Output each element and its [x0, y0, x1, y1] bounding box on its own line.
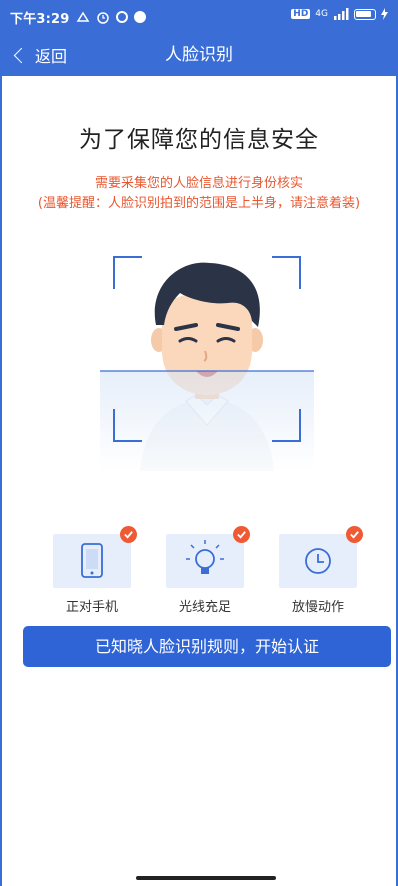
page-title: 人脸识别: [165, 45, 233, 65]
tip-label: 放慢动作: [291, 600, 344, 615]
notice-text: 需要采集您的人脸信息进行身份核实: [94, 176, 303, 191]
alarm-icon: [96, 12, 109, 24]
battery-icon: [354, 8, 376, 20]
nav-bar: 返回 人脸识别: [0, 34, 398, 76]
tip-slow-motion: [279, 526, 363, 588]
tip-label: 正对手机: [65, 600, 118, 615]
clock-icon: [305, 548, 331, 574]
network-type: 4G: [315, 9, 328, 19]
tip-face-phone: [53, 526, 137, 588]
scan-area: [100, 371, 314, 471]
app-notification-icon-2: [133, 11, 146, 23]
frame-corner-top-left: [113, 256, 142, 289]
check-badge-icon: [120, 526, 137, 543]
headline: 为了保障您的信息安全: [79, 127, 319, 153]
signal-icon: [334, 8, 349, 20]
frame-corner-top-right: [272, 256, 301, 289]
reminder-text: (温馨提醒：人脸识别拍到的范围是上半身，请注意着装): [37, 196, 361, 211]
face-capture-illustration: [100, 256, 314, 471]
app-notification-icon: [115, 11, 128, 23]
home-indicator[interactable]: [136, 876, 276, 880]
tip-label: 光线充足: [178, 600, 231, 615]
data-saver-icon: [76, 11, 89, 22]
status-bar: 下午3:29 HD 4G: [0, 0, 398, 34]
check-badge-icon: [346, 526, 363, 543]
check-badge-icon: [233, 526, 250, 543]
start-verification-button[interactable]: 已知晓人脸识别规则，开始认证: [23, 626, 391, 667]
hd-icon: HD: [291, 9, 311, 19]
status-time: 下午3:29: [10, 11, 70, 27]
tip-enough-light: [166, 526, 250, 588]
charging-icon: [381, 8, 388, 20]
phone-icon: [81, 543, 103, 578]
lightbulb-icon: [186, 540, 224, 574]
